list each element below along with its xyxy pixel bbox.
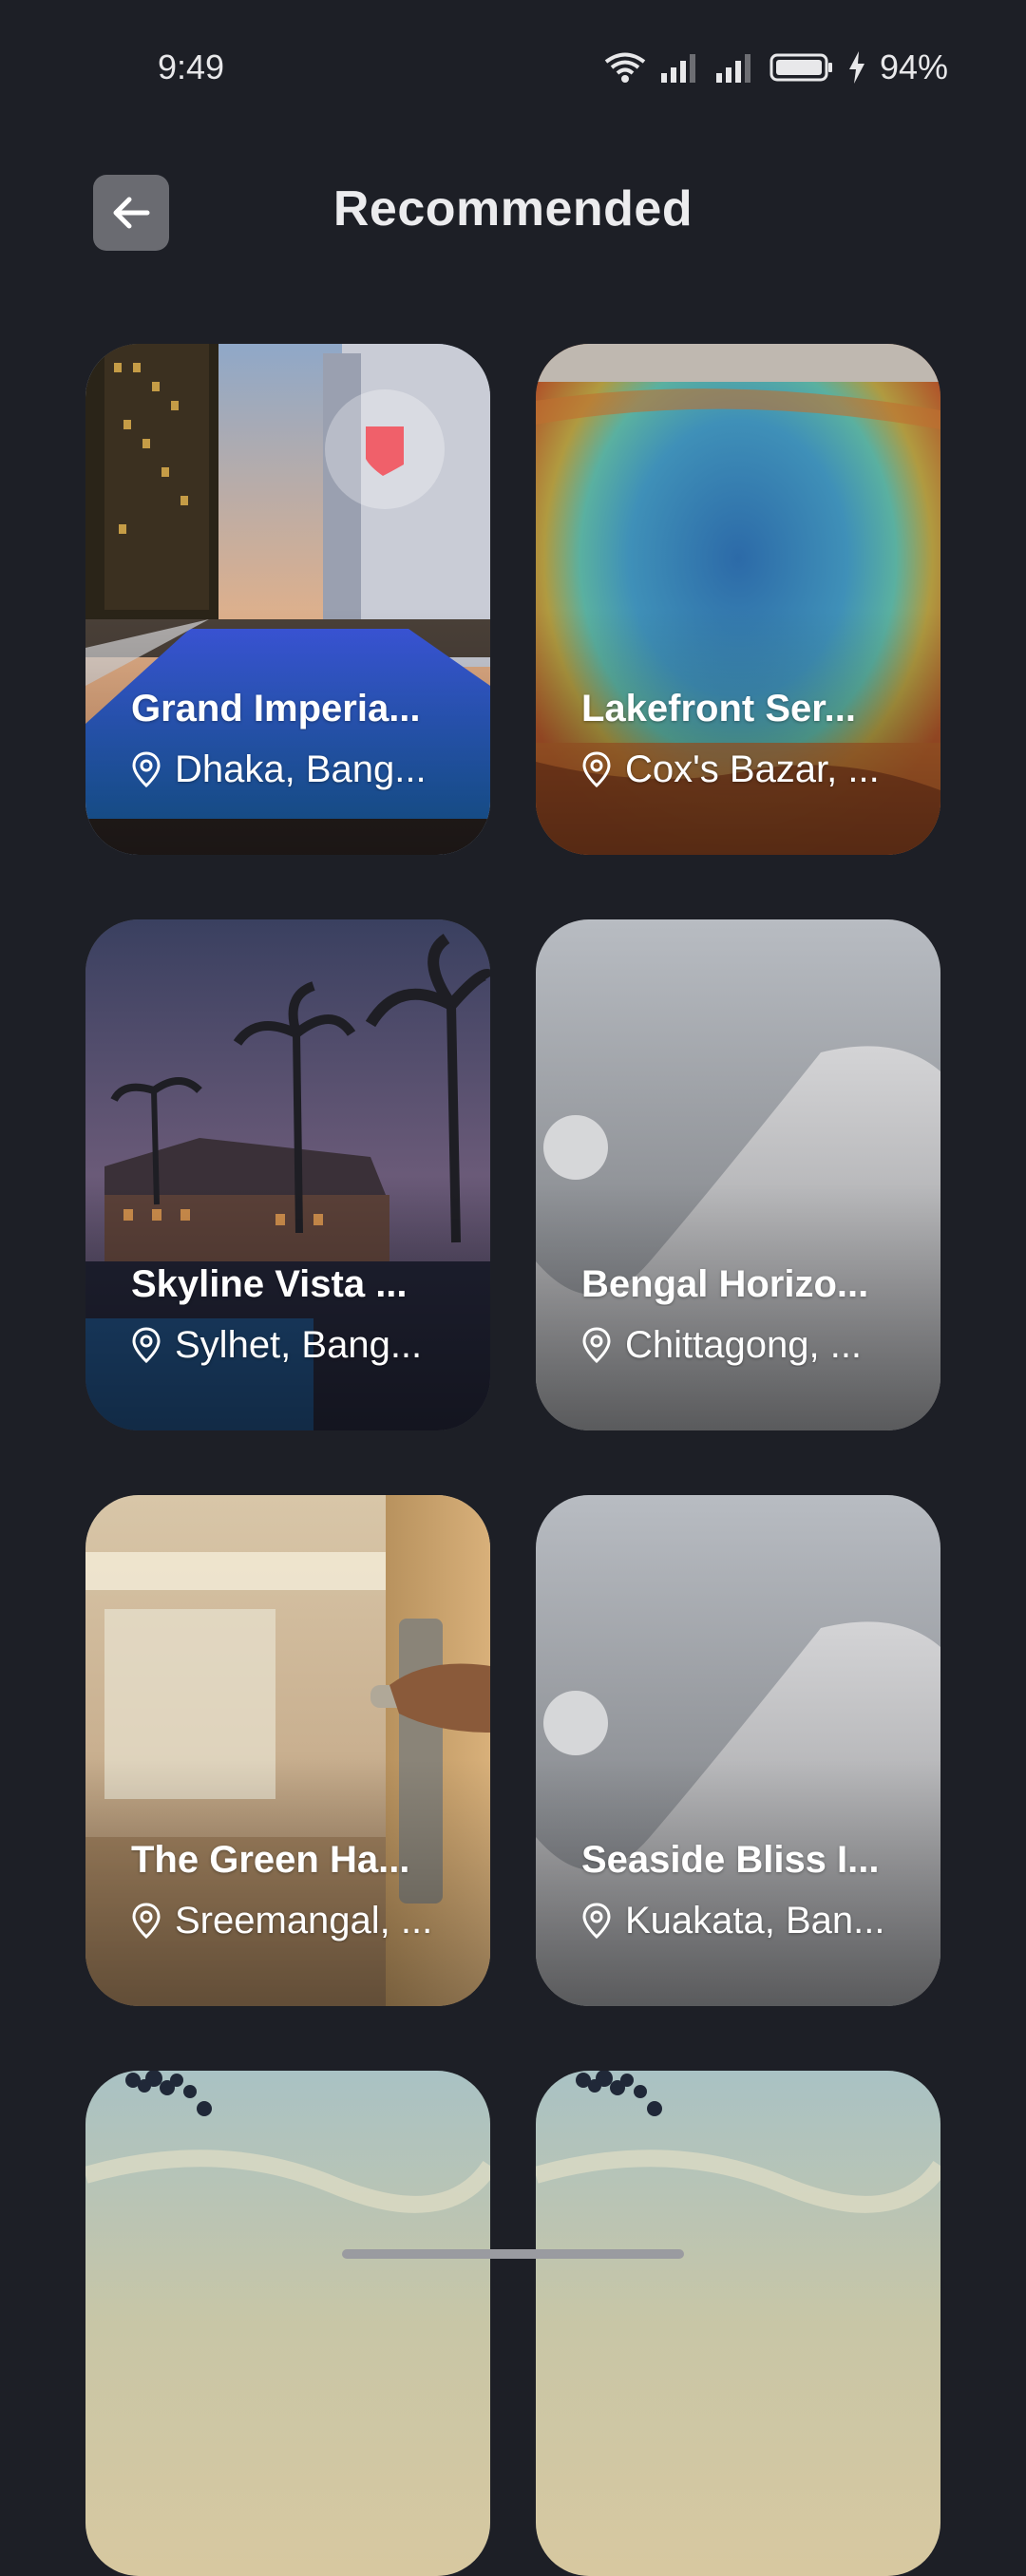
hotel-card[interactable] — [86, 2071, 490, 2576]
hotel-location: Dhaka, Bang... — [131, 747, 464, 792]
hotel-name: Grand Imperia... — [131, 688, 421, 729]
hotel-location: Kuakata, Ban... — [581, 1898, 914, 1943]
hotel-card[interactable] — [536, 2071, 940, 2576]
status-indicators: 94% — [604, 47, 948, 87]
hotel-card[interactable]: Seaside Bliss I... Kuakata, Ban... — [536, 1495, 940, 2006]
location-pin-icon — [132, 1903, 161, 1939]
home-indicator[interactable] — [342, 2249, 684, 2259]
battery-percentage: 94% — [879, 47, 948, 86]
hotel-card[interactable]: Bengal Horizo... Chittagong, ... — [536, 919, 940, 1430]
status-bar: 9:49 94% — [0, 0, 1026, 133]
hotel-location-text: Sreemangal, ... — [175, 1899, 433, 1941]
status-time: 9:49 — [158, 47, 225, 86]
location-pin-icon — [582, 751, 611, 787]
hotel-name: The Green Ha... — [131, 1839, 410, 1881]
bookmark-icon — [366, 426, 404, 476]
hotel-name: Lakefront Ser... — [581, 688, 856, 729]
signal-icon-2 — [715, 54, 750, 83]
hotel-location-text: Cox's Bazar, ... — [625, 748, 880, 790]
hotel-location-text: Chittagong, ... — [625, 1323, 863, 1366]
location-pin-icon — [132, 751, 161, 787]
hotel-image — [86, 2071, 490, 2576]
location-pin-icon — [582, 1327, 611, 1363]
location-pin-icon — [132, 1327, 161, 1363]
hotel-name: Skyline Vista ... — [131, 1263, 408, 1305]
charging-icon — [848, 51, 864, 84]
hotel-location: Sylhet, Bang... — [131, 1322, 464, 1368]
hotel-card[interactable]: The Green Ha... Sreemangal, ... — [86, 1495, 490, 2006]
hotel-location-text: Kuakata, Ban... — [625, 1899, 885, 1941]
header: Recommended — [0, 171, 1026, 251]
page-title: Recommended — [332, 181, 694, 237]
favorite-button[interactable] — [325, 389, 445, 509]
battery-icon — [770, 53, 832, 82]
hotel-image — [536, 2071, 940, 2576]
wifi-icon — [604, 52, 646, 83]
location-pin-icon — [582, 1903, 611, 1939]
hotel-location: Chittagong, ... — [581, 1322, 914, 1368]
hotel-card[interactable]: Lakefront Ser... Cox's Bazar, ... — [536, 344, 940, 855]
hotel-location-text: Sylhet, Bang... — [175, 1323, 423, 1366]
hotel-location: Cox's Bazar, ... — [581, 747, 914, 792]
hotel-name: Bengal Horizo... — [581, 1263, 869, 1305]
hotel-location-text: Dhaka, Bang... — [175, 748, 427, 790]
hotel-card[interactable]: Grand Imperia... Dhaka, Bang... — [86, 344, 490, 855]
hotel-card[interactable]: Skyline Vista ... Sylhet, Bang... — [86, 919, 490, 1430]
hotel-name: Seaside Bliss I... — [581, 1839, 880, 1881]
signal-icon-1 — [660, 54, 695, 83]
hotel-location: Sreemangal, ... — [131, 1898, 464, 1943]
